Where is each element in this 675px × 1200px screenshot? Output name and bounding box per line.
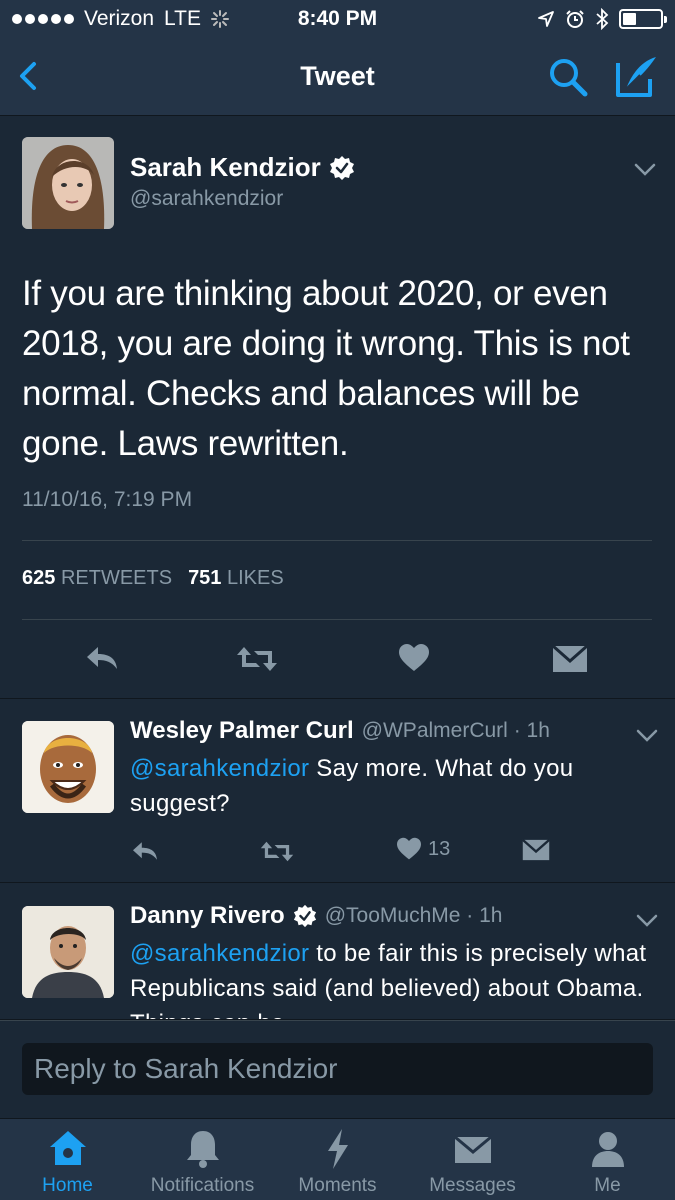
mention-link[interactable]: @sarahkendzior xyxy=(130,940,309,967)
bluetooth-icon xyxy=(596,8,609,30)
reply-tweet[interactable]: Danny Rivero @TooMuchMe · 1h @sarahkendz… xyxy=(0,884,675,1020)
tab-notifications[interactable]: Notifications xyxy=(135,1119,270,1200)
avatar[interactable] xyxy=(22,721,114,813)
reply-input[interactable] xyxy=(22,1043,653,1095)
bell-icon xyxy=(186,1131,219,1168)
heart-icon xyxy=(397,837,421,860)
location-arrow-icon xyxy=(538,11,554,27)
likes-count: 751 xyxy=(188,567,222,589)
reply-author-photo xyxy=(22,721,114,813)
chevron-down-icon[interactable] xyxy=(636,914,658,928)
tweet-timestamp: 11/10/16, 7:19 PM xyxy=(22,488,193,511)
status-left: Verizon LTE xyxy=(12,7,230,31)
tab-bar: Home Notifications Moments Messages Me xyxy=(0,1118,675,1200)
tab-moments[interactable]: Moments xyxy=(270,1119,405,1200)
reply-time: · 1h xyxy=(513,719,550,742)
carrier-label: Verizon xyxy=(84,7,155,30)
retweets-stat[interactable]: 625 RETWEETS xyxy=(22,567,172,590)
divider xyxy=(22,540,652,541)
like-count: 13 xyxy=(428,837,451,860)
tab-label: Moments xyxy=(298,1175,377,1196)
reply-header: Danny Rivero @TooMuchMe · 1h xyxy=(130,902,502,930)
chevron-down-icon[interactable] xyxy=(636,729,658,743)
reply-author-photo xyxy=(22,906,114,998)
retweet-icon[interactable] xyxy=(236,645,278,673)
reply-author-handle[interactable]: @WPalmerCurl · 1h xyxy=(362,719,550,743)
likes-stat[interactable]: 751 LIKES xyxy=(188,567,284,590)
likes-label: LIKES xyxy=(227,567,284,589)
like-action[interactable]: 13 xyxy=(396,837,450,861)
tweet-stats: 625 RETWEETS 751 LIKES xyxy=(22,567,284,590)
chevron-left-icon[interactable] xyxy=(10,56,50,96)
divider xyxy=(22,619,652,620)
compose-tweet-icon[interactable] xyxy=(612,53,660,101)
tab-label: Me xyxy=(594,1175,621,1196)
reply-icon[interactable] xyxy=(130,839,160,863)
reply-tweet[interactable]: Wesley Palmer Curl @WPalmerCurl · 1h @sa… xyxy=(0,699,675,883)
reply-author-name[interactable]: Danny Rivero xyxy=(130,902,285,930)
chevron-down-icon[interactable] xyxy=(634,163,656,177)
alarm-icon xyxy=(566,10,584,28)
avatar[interactable] xyxy=(22,137,114,229)
tab-messages[interactable]: Messages xyxy=(405,1119,540,1200)
signal-strength-icon xyxy=(12,14,74,24)
mention-link[interactable]: @sarahkendzior xyxy=(130,755,309,782)
reply-text: @sarahkendzior Say more. What do you sug… xyxy=(130,751,660,821)
tab-label: Home xyxy=(42,1175,93,1196)
heart-icon[interactable] xyxy=(398,643,430,673)
reply-handle-text: @WPalmerCurl xyxy=(361,719,508,742)
avatar[interactable] xyxy=(22,906,114,998)
activity-spinner-icon xyxy=(211,10,230,28)
direct-message-icon[interactable] xyxy=(552,645,588,673)
reply-composer xyxy=(0,1020,675,1118)
reply-author-handle[interactable]: @TooMuchMe · 1h xyxy=(325,904,503,928)
nav-bar: Tweet xyxy=(0,38,675,116)
reply-time: · 1h xyxy=(466,904,503,927)
author-photo xyxy=(22,137,114,229)
battery-icon xyxy=(619,9,667,29)
person-icon xyxy=(591,1132,624,1167)
verified-badge-icon xyxy=(293,904,316,928)
verified-badge-icon xyxy=(329,155,354,180)
status-bar: Verizon LTE 8:40 PM xyxy=(0,0,675,38)
author-name-text: Sarah Kendzior xyxy=(130,152,321,182)
home-icon xyxy=(49,1131,86,1165)
retweets-label: RETWEETS xyxy=(60,567,173,589)
reply-icon[interactable] xyxy=(84,643,120,673)
reply-handle-text: @TooMuchMe xyxy=(324,904,461,927)
direct-message-icon[interactable] xyxy=(522,839,550,861)
envelope-icon xyxy=(453,1135,492,1163)
lightning-icon xyxy=(327,1129,348,1169)
network-label: LTE xyxy=(164,7,202,30)
reply-header: Wesley Palmer Curl @WPalmerCurl · 1h xyxy=(130,717,550,745)
tweet-text: If you are thinking about 2020, or even … xyxy=(22,274,630,463)
retweets-count: 625 xyxy=(22,567,56,589)
reply-author-name[interactable]: Wesley Palmer Curl xyxy=(130,717,354,745)
main-tweet: Sarah Kendzior @sarahkendzior If you are… xyxy=(0,117,675,699)
tab-label: Notifications xyxy=(150,1175,255,1196)
search-icon[interactable] xyxy=(546,55,590,99)
tab-me[interactable]: Me xyxy=(540,1119,675,1200)
tab-home[interactable]: Home xyxy=(0,1119,135,1200)
tab-label: Messages xyxy=(429,1175,516,1196)
retweet-icon[interactable] xyxy=(260,840,294,863)
page-title: Tweet xyxy=(300,61,375,91)
reply-text: @sarahkendzior to be fair this is precis… xyxy=(130,936,660,1019)
status-right xyxy=(537,8,667,30)
author-handle[interactable]: @sarahkendzior xyxy=(130,187,283,211)
author-name[interactable]: Sarah Kendzior xyxy=(130,152,355,183)
battery-level xyxy=(623,13,636,25)
